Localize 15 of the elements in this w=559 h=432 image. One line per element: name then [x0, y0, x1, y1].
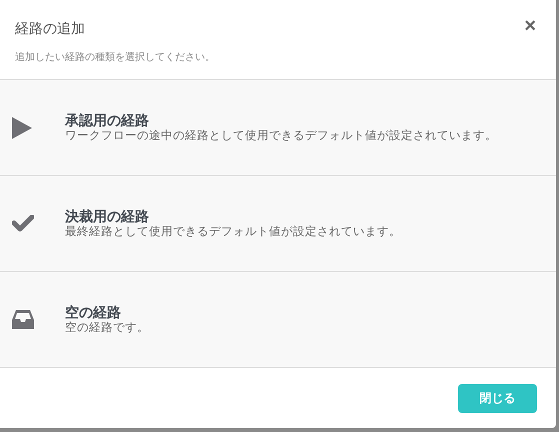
inbox-icon	[12, 310, 34, 329]
close-button[interactable]: ×	[524, 16, 536, 36]
option-description: 空の経路です。	[65, 320, 149, 336]
option-title: 決裁用の経路	[65, 208, 150, 224]
dialog-subtitle: 追加したい経路の種類を選択してください。	[15, 50, 215, 65]
dialog-title: 経路の追加	[15, 19, 85, 38]
option-description: ワークフローの途中の経路として使用できるデフォルト値が設定されています。	[65, 128, 497, 144]
route-option[interactable]: 決裁用の経路 最終経路として使用できるデフォルト値が設定されています。	[0, 176, 556, 272]
option-title: 承認用の経路	[65, 112, 150, 128]
play-icon	[12, 116, 32, 138]
route-option[interactable]: 承認用の経路 ワークフローの途中の経路として使用できるデフォルト値が設定されています。	[0, 80, 556, 176]
option-title: 空の経路	[65, 304, 122, 320]
option-description: 最終経路として使用できるデフォルト値が設定されています。	[65, 224, 401, 240]
route-option[interactable]: 空の経路 空の経路です。	[0, 272, 556, 368]
check-icon	[12, 215, 34, 232]
